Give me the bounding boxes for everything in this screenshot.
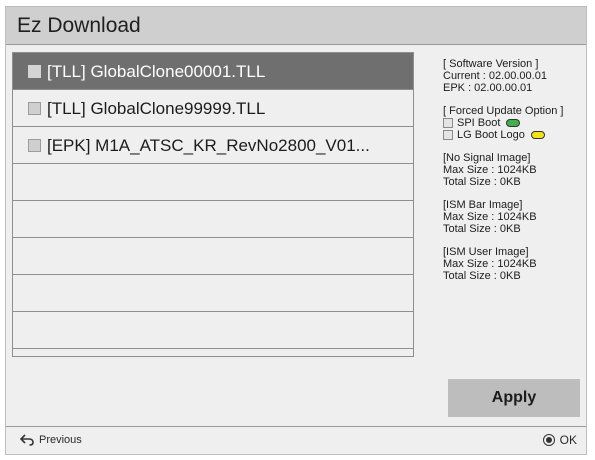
- ism-bar-image-heading: [ISM Bar Image]: [443, 199, 523, 211]
- ism-bar-image-total-size: Total Size : 0KB: [443, 223, 521, 235]
- file-row-empty: [13, 201, 413, 238]
- file-row-empty: [13, 238, 413, 275]
- spi-boot-option[interactable]: SPI Boot: [443, 117, 588, 129]
- apply-button[interactable]: Apply: [448, 379, 580, 417]
- footer-bar: Previous OK: [6, 426, 586, 454]
- file-row-1[interactable]: [TLL] GlobalClone00001.TLL: [13, 53, 413, 90]
- window-title: Ez Download: [6, 7, 586, 45]
- spi-boot-label: SPI Boot: [457, 117, 501, 129]
- epk-version: EPK : 02.00.00.01: [443, 82, 533, 94]
- yellow-indicator-icon: [530, 131, 545, 139]
- ok-button-icon: [542, 434, 555, 446]
- previous-label: Previous: [39, 434, 82, 446]
- info-panel: [ Software Version ] Current : 02.00.00.…: [443, 58, 588, 282]
- file-name: [TLL] GlobalClone00001.TLL: [47, 62, 266, 81]
- ism-user-image-heading: [ISM User Image]: [443, 246, 529, 258]
- file-checkbox[interactable]: [28, 102, 41, 115]
- current-version: Current : 02.00.00.01: [443, 70, 547, 82]
- file-row-empty: [13, 275, 413, 312]
- spi-boot-checkbox[interactable]: [443, 118, 453, 128]
- forced-update-heading: [ Forced Update Option ]: [443, 105, 564, 117]
- file-checkbox[interactable]: [28, 65, 41, 78]
- no-signal-image-max-size: Max Size : 1024KB: [443, 164, 537, 176]
- ok-button[interactable]: OK: [542, 433, 577, 447]
- file-row-empty: [13, 164, 413, 201]
- software-version-heading: [ Software Version ]: [443, 58, 539, 70]
- ism-user-image-max-size: Max Size : 1024KB: [443, 258, 537, 270]
- file-name: [TLL] GlobalClone99999.TLL: [47, 99, 266, 118]
- no-signal-image-total-size: Total Size : 0KB: [443, 176, 521, 188]
- file-row-3[interactable]: [EPK] M1A_ATSC_KR_RevNo2800_V01...: [13, 127, 413, 164]
- ok-label: OK: [559, 433, 577, 447]
- file-list: [TLL] GlobalClone00001.TLL [TLL] GlobalC…: [12, 52, 414, 357]
- file-row-2[interactable]: [TLL] GlobalClone99999.TLL: [13, 90, 413, 127]
- ism-bar-image-max-size: Max Size : 1024KB: [443, 211, 537, 223]
- lg-boot-logo-label: LG Boot Logo: [457, 129, 525, 141]
- lg-boot-logo-option[interactable]: LG Boot Logo: [443, 129, 588, 141]
- file-checkbox[interactable]: [28, 139, 41, 152]
- ism-user-image-total-size: Total Size : 0KB: [443, 270, 521, 282]
- lg-boot-logo-checkbox[interactable]: [443, 130, 453, 140]
- file-row-empty: [13, 312, 413, 349]
- no-signal-image-heading: [No Signal Image]: [443, 152, 531, 164]
- green-indicator-icon: [506, 119, 521, 127]
- ez-download-window: Ez Download [TLL] GlobalClone00001.TLL […: [5, 6, 587, 455]
- previous-button[interactable]: Previous: [20, 434, 82, 446]
- back-arrow-icon: [20, 434, 34, 446]
- file-name: [EPK] M1A_ATSC_KR_RevNo2800_V01...: [47, 136, 370, 155]
